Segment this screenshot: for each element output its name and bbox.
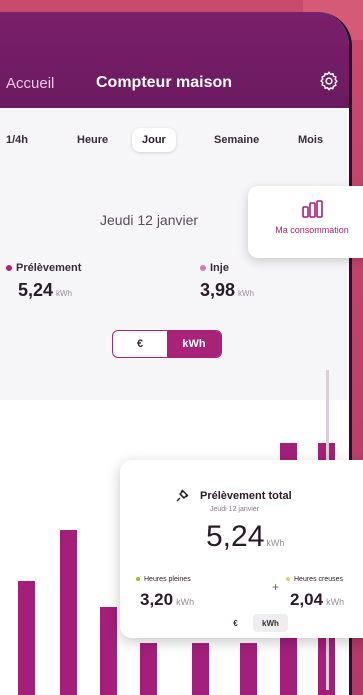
tab-day[interactable]: Jour <box>132 128 176 152</box>
offpeak-dot <box>286 577 290 582</box>
page-title: Compteur maison <box>96 74 233 91</box>
unit-toggle[interactable]: € kWh <box>112 330 222 358</box>
injection-value: 3,98 kWh <box>200 280 255 300</box>
back-link[interactable]: Accueil <box>6 75 54 92</box>
selected-date: Jeudi 12 janvier <box>100 212 199 228</box>
total-withdrawal-card: Prélèvement total Jeudi 12 janvier 5,24 k… <box>120 460 363 638</box>
withdrawal-value: 5,24 kWh <box>18 280 73 300</box>
total-title: Prélèvement total <box>200 490 292 502</box>
card-toggle-kwh[interactable]: kWh <box>253 614 288 632</box>
consumption-card[interactable]: Ma consommation <box>248 186 363 258</box>
consumption-card-label: Ma consommation <box>275 225 349 235</box>
offpeak-value: 2,04 kWh <box>290 590 345 609</box>
toggle-euro[interactable]: € <box>113 331 167 357</box>
chart-bar[interactable] <box>18 581 35 695</box>
gear-icon[interactable] <box>318 70 340 92</box>
withdrawal-label: Prélèvement <box>6 262 81 274</box>
injection-label: Inje <box>200 262 229 274</box>
offpeak-label: Heures creuses <box>286 576 343 583</box>
toggle-kwh[interactable]: kWh <box>167 331 221 357</box>
tab-quarter-hour[interactable]: 1/4h <box>6 134 28 146</box>
chart-bar[interactable] <box>140 643 157 695</box>
tab-hour[interactable]: Heure <box>77 134 108 146</box>
period-tabs: 1/4h Heure Jour Semaine Mois <box>0 128 349 158</box>
card-unit-toggle[interactable]: € kWh <box>218 614 288 632</box>
total-value: 5,24 kWh <box>206 520 285 553</box>
chart-bar[interactable] <box>192 643 209 695</box>
chart-bar[interactable] <box>240 643 257 695</box>
peak-label: Heures pleines <box>136 576 191 583</box>
plus-sign: + <box>272 580 280 594</box>
plug-icon <box>176 489 189 502</box>
card-toggle-euro[interactable]: € <box>218 614 253 632</box>
tab-week[interactable]: Semaine <box>214 134 259 146</box>
chart-bar[interactable] <box>60 530 77 695</box>
total-subtitle: Jeudi 12 janvier <box>210 506 260 513</box>
peak-dot <box>136 577 140 582</box>
app-header: Accueil Compteur maison <box>0 12 349 108</box>
injection-dot <box>200 265 206 272</box>
withdrawal-dot <box>6 265 12 272</box>
peak-value: 3,20 kWh <box>140 590 195 609</box>
bar-chart-icon <box>302 200 323 218</box>
chart-bar[interactable] <box>100 607 117 695</box>
tab-month[interactable]: Mois <box>298 134 323 146</box>
